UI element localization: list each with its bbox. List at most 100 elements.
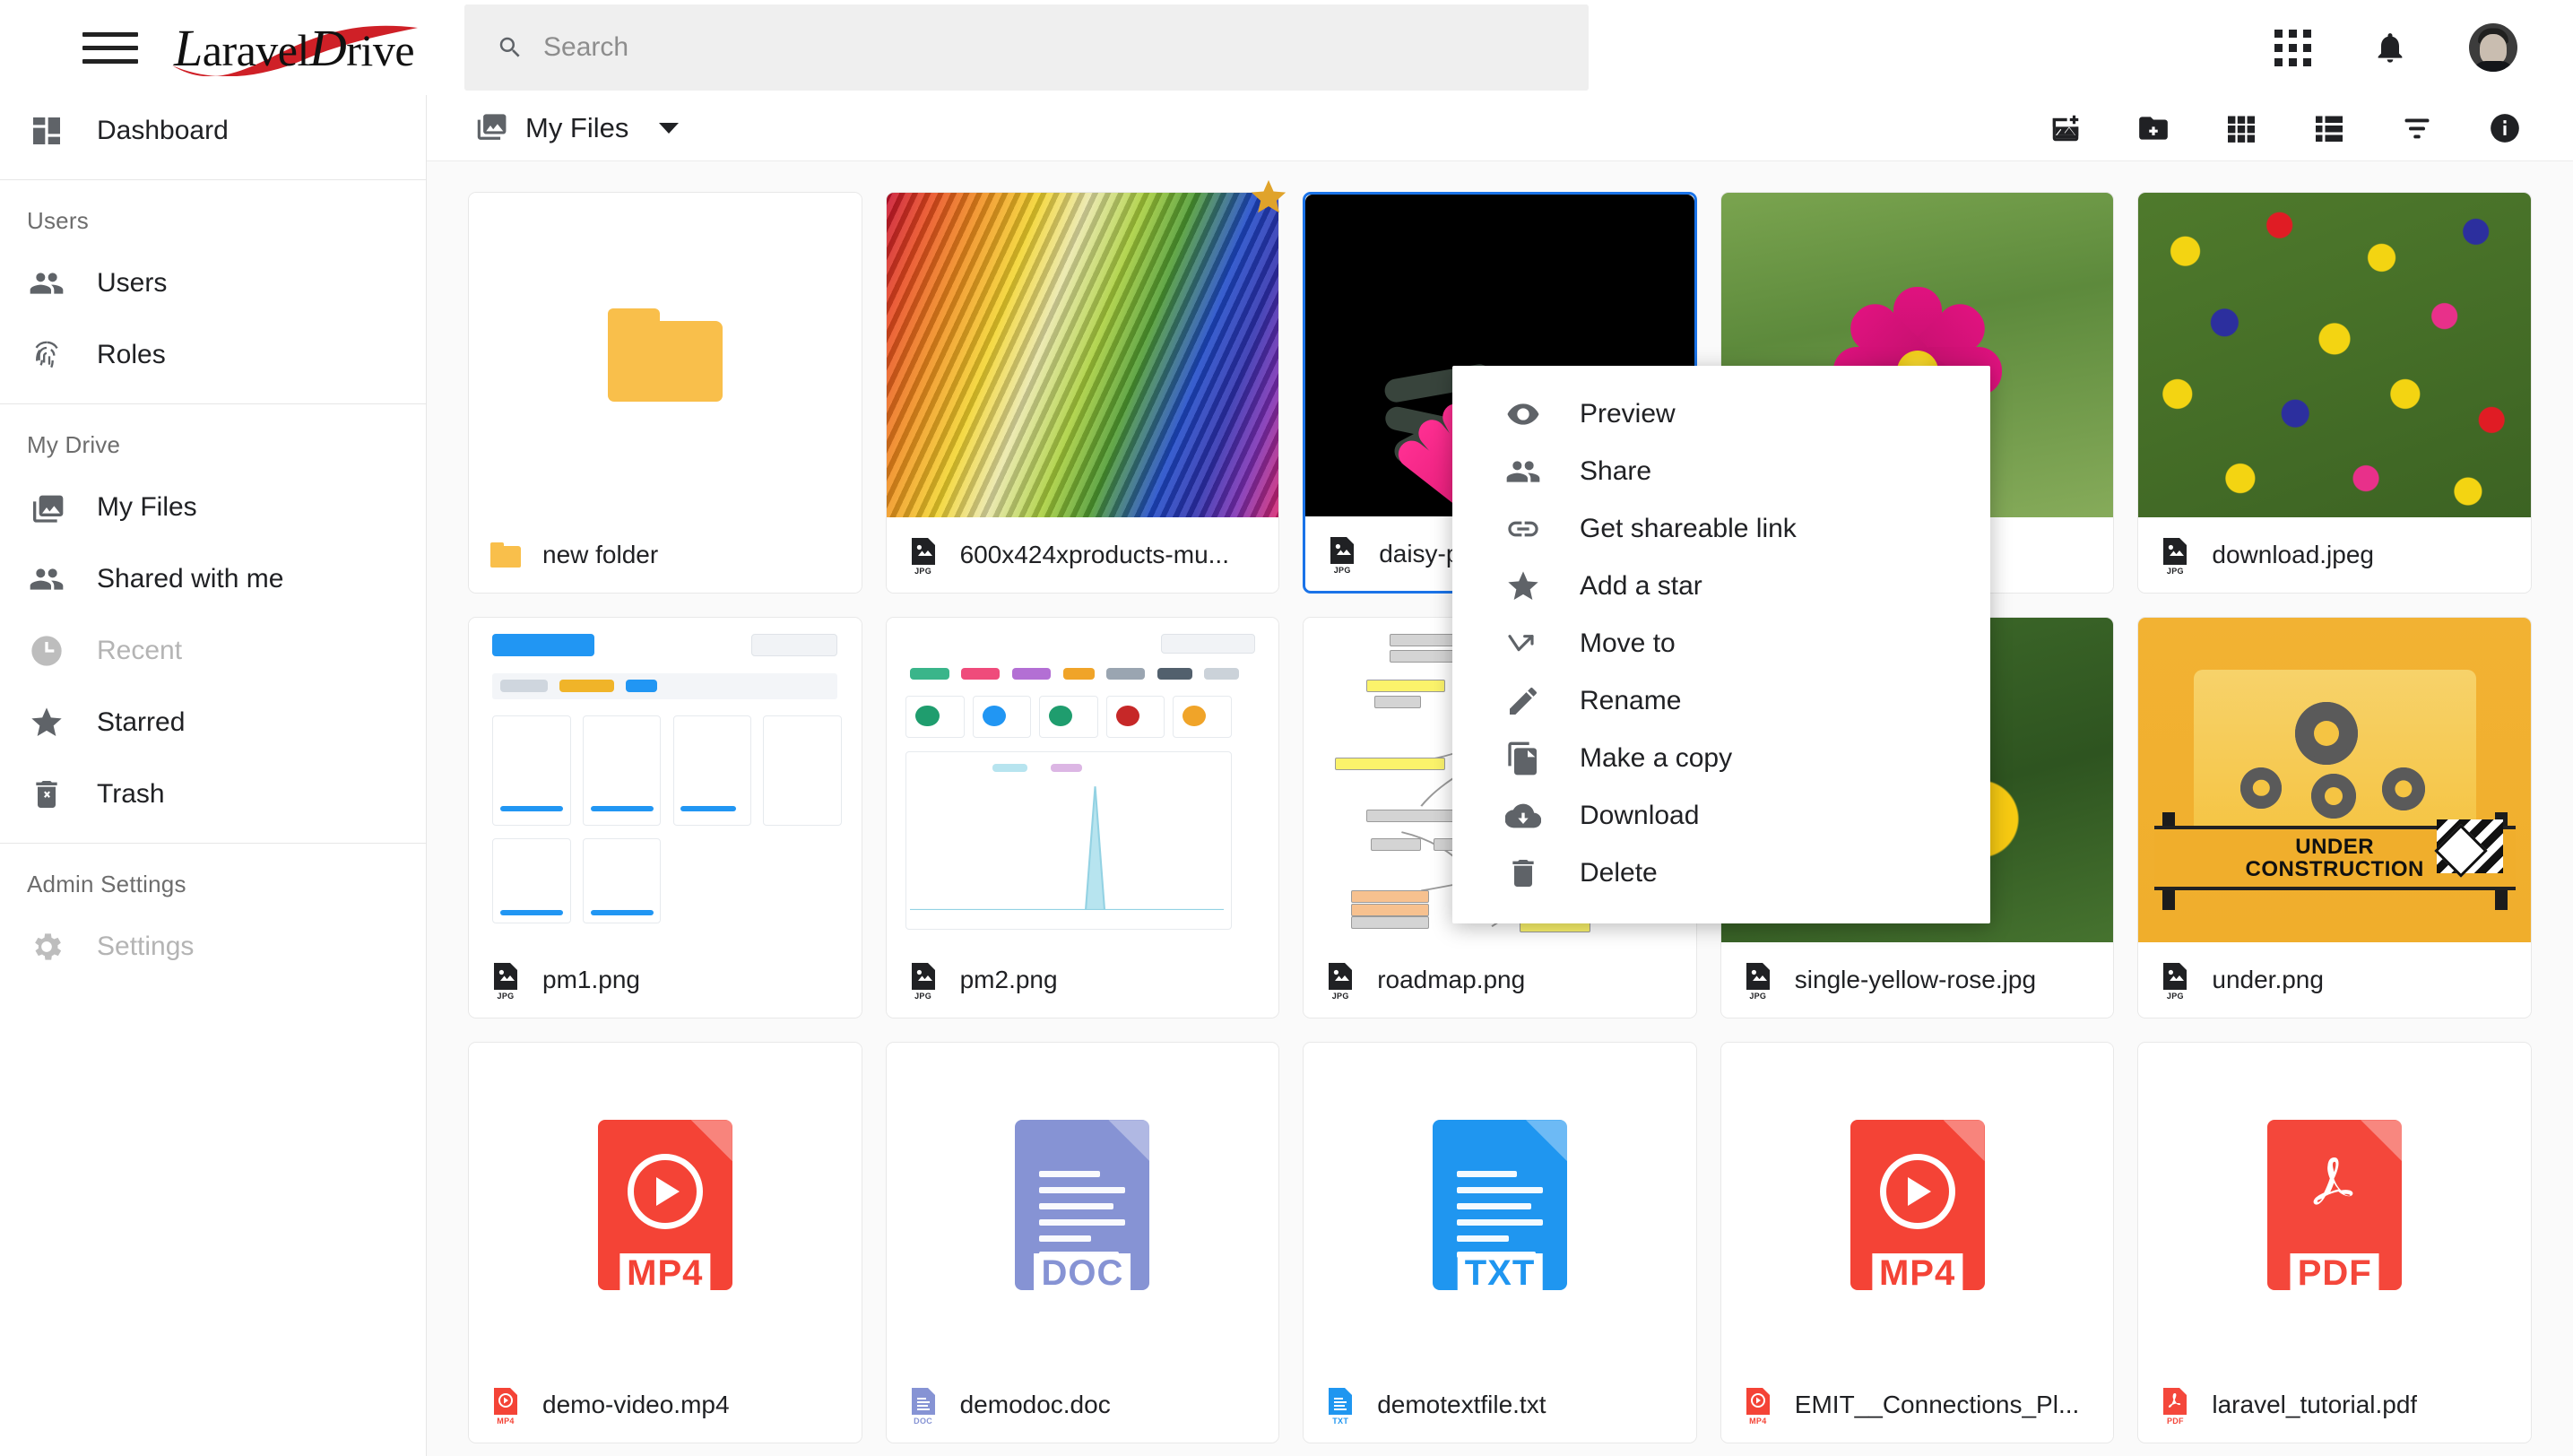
file-type-label: MP4 bbox=[497, 1417, 515, 1426]
file-thumbnail: TXT bbox=[1304, 1043, 1696, 1368]
file-type-label: JPG bbox=[497, 992, 515, 1001]
starred-badge-icon bbox=[1252, 179, 1286, 213]
sidebar-section-heading-my-drive: My Drive bbox=[27, 431, 121, 458]
sidebar-item-dashboard[interactable]: Dashboard bbox=[0, 95, 426, 167]
people-icon bbox=[27, 264, 66, 303]
file-card[interactable]: PDF PDF laravel_tutorial.pdf bbox=[2137, 1042, 2532, 1443]
mp4-file-icon: MP4 bbox=[1850, 1120, 1985, 1295]
create-folder-button[interactable] bbox=[2134, 108, 2173, 148]
context-menu-item-label: Make a copy bbox=[1580, 743, 1733, 773]
context-menu-item-preview[interactable]: Preview bbox=[1452, 386, 1990, 443]
file-thumbnail bbox=[469, 618, 862, 943]
file-card[interactable]: JPG download.jpeg bbox=[2137, 192, 2532, 594]
context-menu-item-add-a-star[interactable]: Add a star bbox=[1452, 558, 1990, 615]
context-menu-item-download[interactable]: Download bbox=[1452, 787, 1990, 845]
sidebar-item-label: Shared with me bbox=[97, 564, 284, 594]
context-menu-item-rename[interactable]: Rename bbox=[1452, 672, 1990, 730]
file-card[interactable]: DOC DOC demodoc.doc bbox=[885, 1042, 1280, 1443]
file-name: single-yellow-rose.jpg bbox=[1794, 966, 2037, 994]
breadcrumb[interactable]: My Files bbox=[473, 108, 680, 147]
doc-file-icon: DOC bbox=[908, 1386, 939, 1426]
file-thumbnail: UNDER CONSTRUCTION bbox=[2138, 618, 2531, 943]
grid-view-button[interactable] bbox=[2222, 108, 2261, 148]
file-card[interactable]: JPG pm1.png bbox=[468, 617, 862, 1018]
file-card[interactable]: JPG 600x424xproducts-mu... bbox=[885, 179, 1286, 594]
menu-toggle-button[interactable] bbox=[82, 25, 138, 70]
txt-file-icon: TXT bbox=[1325, 1386, 1356, 1426]
sidebar-item-shared-with-me[interactable]: Shared with me bbox=[0, 543, 426, 615]
search-input[interactable]: Search bbox=[464, 4, 1589, 91]
file-card[interactable]: MP4 MP4 EMIT__Connections_Pl... bbox=[1720, 1042, 2115, 1443]
jpg-file-icon: JPG bbox=[908, 536, 939, 576]
list-view-button[interactable] bbox=[2309, 108, 2349, 148]
file-type-label: JPG bbox=[2166, 567, 2184, 576]
context-menu-item-share[interactable]: Share bbox=[1452, 443, 1990, 500]
file-card-footer: JPG single-yellow-rose.jpg bbox=[1720, 942, 2114, 1018]
sidebar-item-label: My Files bbox=[97, 492, 197, 522]
sidebar-item-roles[interactable]: Roles bbox=[0, 319, 426, 391]
sidebar-item-trash[interactable]: Trash bbox=[0, 758, 426, 830]
people-icon bbox=[1504, 453, 1542, 490]
file-type-label: PDF bbox=[2290, 1253, 2379, 1295]
move-arrow-icon bbox=[1504, 625, 1542, 663]
sidebar-item-label: Recent bbox=[97, 636, 183, 665]
file-name: laravel_tutorial.pdf bbox=[2212, 1391, 2418, 1419]
sidebar-item-settings[interactable]: Settings bbox=[0, 911, 426, 983]
avatar-shoulder bbox=[2472, 61, 2515, 72]
context-menu-item-make-a-copy[interactable]: Make a copy bbox=[1452, 730, 1990, 787]
sidebar-item-recent[interactable]: Recent bbox=[0, 615, 426, 687]
context-menu-item-get-shareable-link[interactable]: Get shareable link bbox=[1452, 500, 1990, 558]
play-icon bbox=[627, 1153, 703, 1229]
notifications-bell-icon[interactable] bbox=[2372, 30, 2408, 65]
file-card-footer: DOC demodoc.doc bbox=[886, 1367, 1279, 1443]
file-type-label: JPG bbox=[914, 992, 932, 1001]
sidebar-item-starred[interactable]: Starred bbox=[0, 687, 426, 758]
app-logo-text: LaravelDrive bbox=[174, 18, 415, 78]
file-card[interactable]: TXT TXT demotextfile.txt bbox=[1303, 1042, 1697, 1443]
context-menu-item-move-to[interactable]: Move to bbox=[1452, 615, 1990, 672]
file-type-label: JPG bbox=[914, 567, 932, 576]
under-line-2: CONSTRUCTION bbox=[2245, 857, 2424, 882]
app-logo[interactable]: LaravelDrive bbox=[172, 13, 418, 82]
context-menu-item-label: Rename bbox=[1580, 686, 1682, 715]
menu-line bbox=[82, 31, 138, 37]
info-button[interactable] bbox=[2485, 108, 2525, 148]
sidebar-item-users[interactable]: Users bbox=[0, 247, 426, 319]
add-photo-button[interactable] bbox=[2046, 108, 2085, 148]
context-menu-item-delete[interactable]: Delete bbox=[1452, 845, 1990, 902]
apps-grid-icon[interactable] bbox=[2274, 29, 2311, 66]
user-avatar[interactable] bbox=[2469, 23, 2517, 72]
file-card-footer: MP4 demo-video.mp4 bbox=[469, 1367, 862, 1443]
file-type-label: JPG bbox=[1333, 565, 1351, 575]
sidebar-item-label: Dashboard bbox=[97, 116, 229, 145]
file-card-footer: new folder bbox=[469, 517, 862, 593]
file-card[interactable]: new folder bbox=[468, 192, 862, 594]
file-card-footer: JPG pm2.png bbox=[886, 942, 1279, 1018]
file-type-label: JPG bbox=[1749, 992, 1767, 1001]
file-name: 600x424xproducts-mu... bbox=[959, 541, 1229, 569]
file-name: daisy-p bbox=[1379, 539, 1460, 568]
file-card-footer: JPG roadmap.png bbox=[1304, 942, 1696, 1018]
menu-line bbox=[82, 45, 138, 50]
menu-line bbox=[82, 58, 138, 64]
top-bar-actions bbox=[2274, 23, 2517, 72]
file-type-label: DOC bbox=[1034, 1253, 1131, 1295]
app-body: Dashboard Users Users Roles My Drive My … bbox=[0, 95, 2573, 1456]
file-name: demodoc.doc bbox=[959, 1391, 1111, 1419]
file-card[interactable]: UNDER CONSTRUCTION JPG under.png bbox=[2137, 617, 2532, 1018]
mp4-file-icon: MP4 bbox=[1743, 1386, 1773, 1426]
file-thumbnail: MP4 bbox=[469, 1043, 862, 1368]
file-card[interactable]: MP4 MP4 demo-video.mp4 bbox=[468, 1042, 862, 1443]
jpg-file-icon: JPG bbox=[2160, 961, 2190, 1001]
star-icon bbox=[1504, 568, 1542, 605]
sidebar-section-heading-users: Users bbox=[27, 207, 89, 234]
filter-button[interactable] bbox=[2397, 108, 2437, 148]
top-app-bar: LaravelDrive Search bbox=[0, 0, 2573, 95]
chevron-down-icon[interactable] bbox=[659, 122, 680, 134]
trash-icon bbox=[27, 775, 66, 814]
sidebar-item-my-files[interactable]: My Files bbox=[0, 472, 426, 543]
file-thumbnail bbox=[886, 193, 1279, 518]
file-type-label: MP4 bbox=[619, 1253, 711, 1295]
pdf-file-icon: PDF bbox=[2267, 1120, 2403, 1295]
file-card[interactable]: JPG pm2.png bbox=[885, 617, 1280, 1018]
